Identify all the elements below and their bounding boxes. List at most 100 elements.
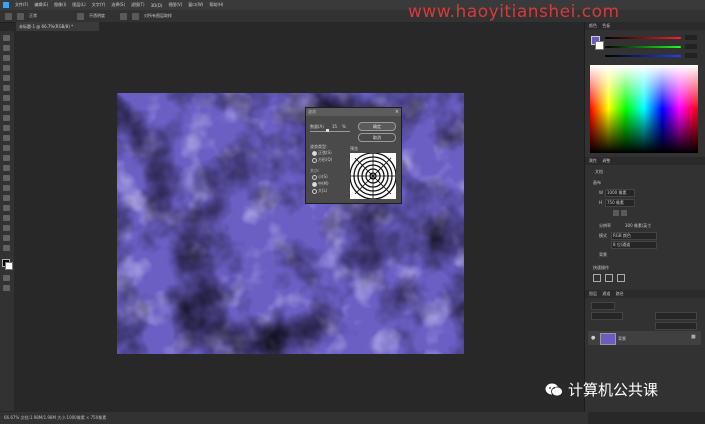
quick-actions-label: 快速操作 [593, 265, 609, 270]
type-tool-icon[interactable] [3, 195, 10, 201]
height-label: H [599, 200, 603, 205]
blue-value-field[interactable] [685, 53, 697, 58]
red-value-field[interactable] [685, 35, 697, 40]
screen-mode-icon[interactable] [3, 285, 10, 291]
dodge-tool-icon[interactable] [3, 175, 10, 181]
opacity-label: 不透明度 [89, 13, 105, 18]
sine-radio[interactable] [312, 151, 317, 156]
square-label: 方形(Q) [318, 157, 333, 162]
home-icon[interactable] [5, 12, 12, 20]
blur-tool-icon[interactable] [3, 165, 10, 171]
amount-unit: % [342, 124, 346, 129]
canvas-section-label: 画布 [593, 180, 601, 185]
properties-tab[interactable]: 属性 [589, 158, 597, 163]
background-color-swatch[interactable] [5, 262, 13, 270]
menu-item-3d[interactable]: 3D(D) [151, 3, 163, 8]
color-spectrum [590, 65, 698, 153]
mode-select[interactable]: 正常 [29, 13, 37, 19]
airbrush-icon[interactable] [77, 12, 84, 20]
red-slider[interactable] [605, 37, 681, 39]
menu-item-view[interactable]: 视图(V) [168, 2, 182, 8]
frame-tool-icon[interactable] [3, 85, 10, 91]
amount-value[interactable]: 35 [332, 124, 337, 129]
eyedropper-tool-icon[interactable] [3, 95, 10, 101]
eraser-tool-icon[interactable] [3, 145, 10, 151]
amount-label: 数量(A) [310, 124, 324, 129]
quick-select-tool-icon[interactable] [3, 65, 10, 71]
color-picker-field[interactable] [590, 65, 698, 153]
orientation-landscape-icon[interactable] [621, 210, 627, 216]
menu-item-type[interactable]: 文字(Y) [92, 2, 106, 8]
size-small-radio[interactable] [312, 175, 317, 180]
document-canvas[interactable] [117, 93, 464, 354]
menu-item-filter[interactable]: 滤镜(T) [131, 2, 145, 8]
size-medium-radio[interactable] [312, 182, 317, 187]
trim-icon[interactable] [593, 274, 601, 282]
menu-item-layer[interactable]: 图层(L) [72, 2, 85, 8]
wechat-watermark: 计算机公共课 [545, 379, 658, 400]
shape-tool-icon[interactable] [3, 215, 10, 221]
mode-label: 模式 [599, 233, 607, 238]
color-background-swatch[interactable] [595, 41, 604, 50]
mode-value: RGB 颜色 [613, 233, 631, 238]
menu-item-image[interactable]: 图像(I) [54, 2, 66, 8]
path-select-tool-icon[interactable] [3, 205, 10, 211]
brush-preset-icon[interactable] [17, 12, 24, 20]
layer-filter-select[interactable] [591, 302, 615, 310]
healing-brush-tool-icon[interactable] [3, 105, 10, 111]
channels-tab[interactable]: 通道 [602, 291, 610, 296]
amount-slider-handle[interactable] [326, 129, 329, 132]
menu-item-window[interactable]: 窗口(W) [188, 2, 203, 8]
square-radio[interactable] [312, 158, 317, 163]
layer-lock-icon: ■ [691, 334, 696, 340]
canvas-size-icon[interactable] [617, 274, 625, 282]
visibility-eye-icon[interactable]: ● [591, 335, 595, 341]
background-label: 背景 [599, 252, 607, 257]
green-slider[interactable] [605, 46, 681, 48]
green-value-field[interactable] [685, 44, 697, 49]
close-icon[interactable]: × [395, 108, 399, 116]
gradient-tool-icon[interactable] [3, 155, 10, 161]
crop-tool-icon[interactable] [3, 75, 10, 81]
blue-slider[interactable] [605, 55, 681, 57]
color-tab[interactable]: 颜色 [589, 23, 597, 28]
layers-tab[interactable]: 图层 [589, 291, 597, 296]
fill-field[interactable] [655, 322, 697, 330]
bits-value: 8 位/通道 [613, 242, 631, 247]
image-size-icon[interactable] [605, 274, 613, 282]
brush-tool-icon[interactable] [3, 115, 10, 121]
move-tool-icon[interactable] [3, 35, 10, 41]
size-large-radio[interactable] [312, 189, 317, 194]
marquee-tool-icon[interactable] [3, 45, 10, 51]
sine-label: 正弦(S) [318, 150, 332, 155]
ok-button[interactable]: 确定 [358, 122, 396, 131]
menu-item-edit[interactable]: 编辑(E) [34, 2, 48, 8]
layer-row[interactable]: ● 背景 ■ [588, 331, 701, 345]
document-tab[interactable]: 未标题-1 @ 66.7%(RGB/8) * [16, 22, 99, 31]
orientation-portrait-icon[interactable] [613, 210, 619, 216]
zoom-tool-icon[interactable] [3, 235, 10, 241]
more-tools-icon[interactable] [3, 245, 10, 251]
sample-all-layers-checkbox[interactable]: 对所有图层取样 [144, 13, 172, 19]
lasso-tool-icon[interactable] [3, 55, 10, 61]
cancel-button[interactable]: 取消 [358, 133, 396, 142]
opacity-field[interactable] [655, 312, 697, 320]
hand-tool-icon[interactable] [3, 225, 10, 231]
stamp-tool-icon[interactable] [3, 125, 10, 131]
amount-slider[interactable] [310, 131, 350, 132]
history-brush-tool-icon[interactable] [3, 135, 10, 141]
pen-tool-icon[interactable] [3, 185, 10, 191]
pressure-icon[interactable] [120, 12, 127, 20]
adjustments-tab[interactable]: 调整 [602, 158, 610, 163]
preview-thumbnail [350, 153, 396, 199]
menu-item-help[interactable]: 帮助(H) [209, 2, 223, 8]
sample-icon[interactable] [132, 12, 139, 20]
quick-mask-icon[interactable] [3, 275, 10, 281]
width-label: W [599, 190, 603, 195]
menu-item-select[interactable]: 选择(S) [111, 2, 125, 8]
paths-tab[interactable]: 路径 [616, 291, 624, 296]
swatches-tab[interactable]: 色板 [602, 23, 610, 28]
blend-mode-select[interactable] [591, 312, 623, 320]
menu-item-file[interactable]: 文件(F) [15, 2, 28, 8]
app-logo-icon[interactable] [3, 2, 9, 8]
